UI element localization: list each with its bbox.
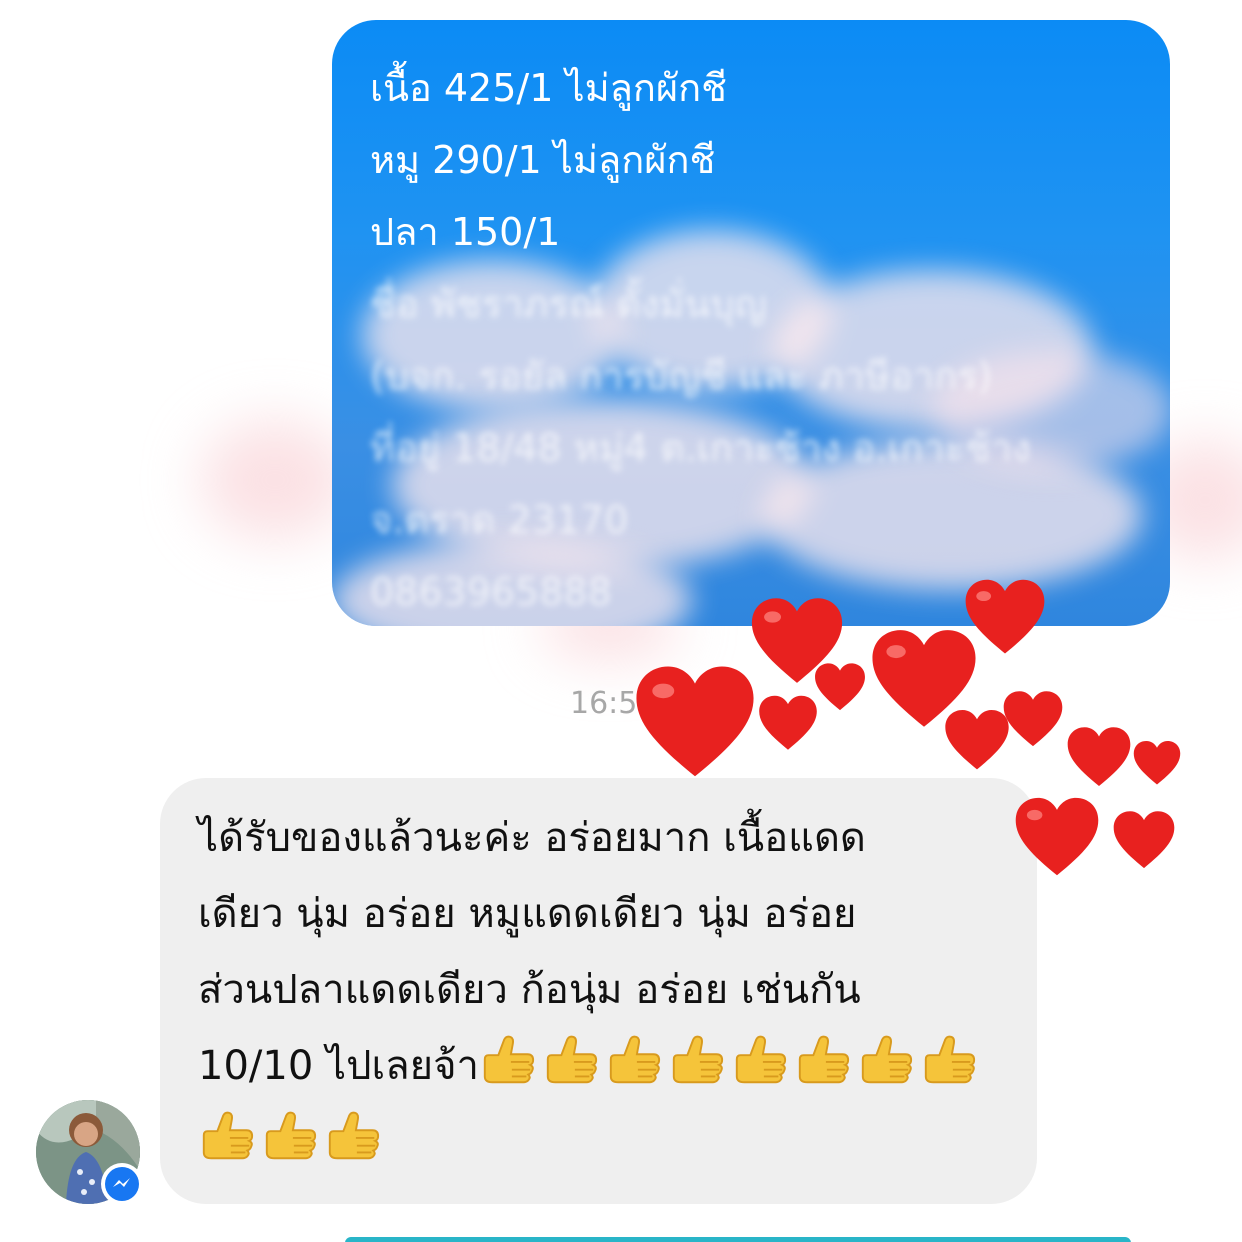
heart-icon — [815, 663, 865, 711]
message-line: ที่อยู่ 18/48 หมู่4 ต.เกาะช้าง อ.เกาะช้า… — [370, 426, 1031, 470]
messenger-badge — [101, 1163, 143, 1205]
incoming-message-text: ได้รับของแล้วนะค่ะ อร่อยมาก เนื้อแดด เดี… — [198, 800, 1007, 1180]
message-timestamp: 16:5 — [570, 686, 638, 721]
thumbs-up-emoji-icon — [609, 1035, 661, 1084]
heart-icon — [945, 709, 1009, 770]
message-line: ส่วนปลาแดดเดียว ก้อนุ่ม อร่อย เช่นกัน — [198, 967, 861, 1013]
thumbs-up-emoji-icon — [546, 1035, 598, 1084]
message-line: เนื้อ 425/1 ไม่ลูกผักชี — [370, 66, 727, 110]
message-line-with-emoji: 10/10 ไปเลยจ้า — [198, 1028, 1007, 1104]
thumbs-up-emoji-icon — [483, 1035, 535, 1084]
thumbs-up-emoji-icon — [861, 1035, 913, 1084]
heart-icon — [759, 695, 817, 750]
bubble-effect-glow — [200, 420, 350, 540]
message-line: ชื่อ พัชราภรณ์ ตั้งมั่นบุญ — [370, 282, 767, 326]
message-line: จ.ตราด 23170 — [370, 498, 629, 542]
outgoing-message-text: เนื้อ 425/1 ไม่ลูกผักชี หมู 290/1 ไม่ลูก… — [370, 52, 1150, 626]
thumbs-up-emoji-icon — [924, 1035, 976, 1084]
outgoing-message-bubble[interactable]: เนื้อ 425/1 ไม่ลูกผักชี หมู 290/1 ไม่ลูก… — [332, 20, 1170, 626]
message-line: เดียว นุ่ม อร่อย หมูแดดเดียว นุ่ม อร่อย — [198, 891, 857, 937]
thumbs-up-row — [479, 1035, 983, 1089]
heart-icon — [1113, 811, 1175, 869]
heart-icon — [1003, 691, 1063, 747]
message-line: หมู 290/1 ไม่ลูกผักชี — [370, 138, 716, 182]
heart-icon — [1133, 740, 1181, 785]
thumbs-up-emoji-icon — [202, 1111, 254, 1160]
next-message-bubble-edge — [345, 1237, 1131, 1242]
heart-icon — [636, 666, 754, 777]
thumbs-up-row — [198, 1111, 387, 1165]
thumbs-up-emoji-icon — [798, 1035, 850, 1084]
heart-icon — [1015, 797, 1099, 876]
message-line-text: 10/10 ไปเลยจ้า — [198, 1043, 480, 1089]
message-line: (บจก. รอยัล การบัญชี และ ภาษีอากร) — [370, 354, 993, 398]
thumbs-up-emoji-icon — [735, 1035, 787, 1084]
chat-screen: เนื้อ 425/1 ไม่ลูกผักชี หมู 290/1 ไม่ลูก… — [0, 0, 1242, 1242]
thumbs-up-emoji-icon — [328, 1111, 380, 1160]
message-line: ปลา 150/1 — [370, 210, 561, 254]
message-line: ได้รับของแล้วนะค่ะ อร่อยมาก เนื้อแดด — [198, 815, 866, 861]
incoming-message-bubble[interactable]: ได้รับของแล้วนะค่ะ อร่อยมาก เนื้อแดด เดี… — [160, 778, 1037, 1204]
thumbs-up-emoji-icon — [672, 1035, 724, 1084]
thumbs-up-emoji-icon — [265, 1111, 317, 1160]
heart-icon — [1067, 727, 1131, 787]
messenger-icon — [105, 1167, 139, 1201]
emoji-line — [198, 1104, 1007, 1180]
